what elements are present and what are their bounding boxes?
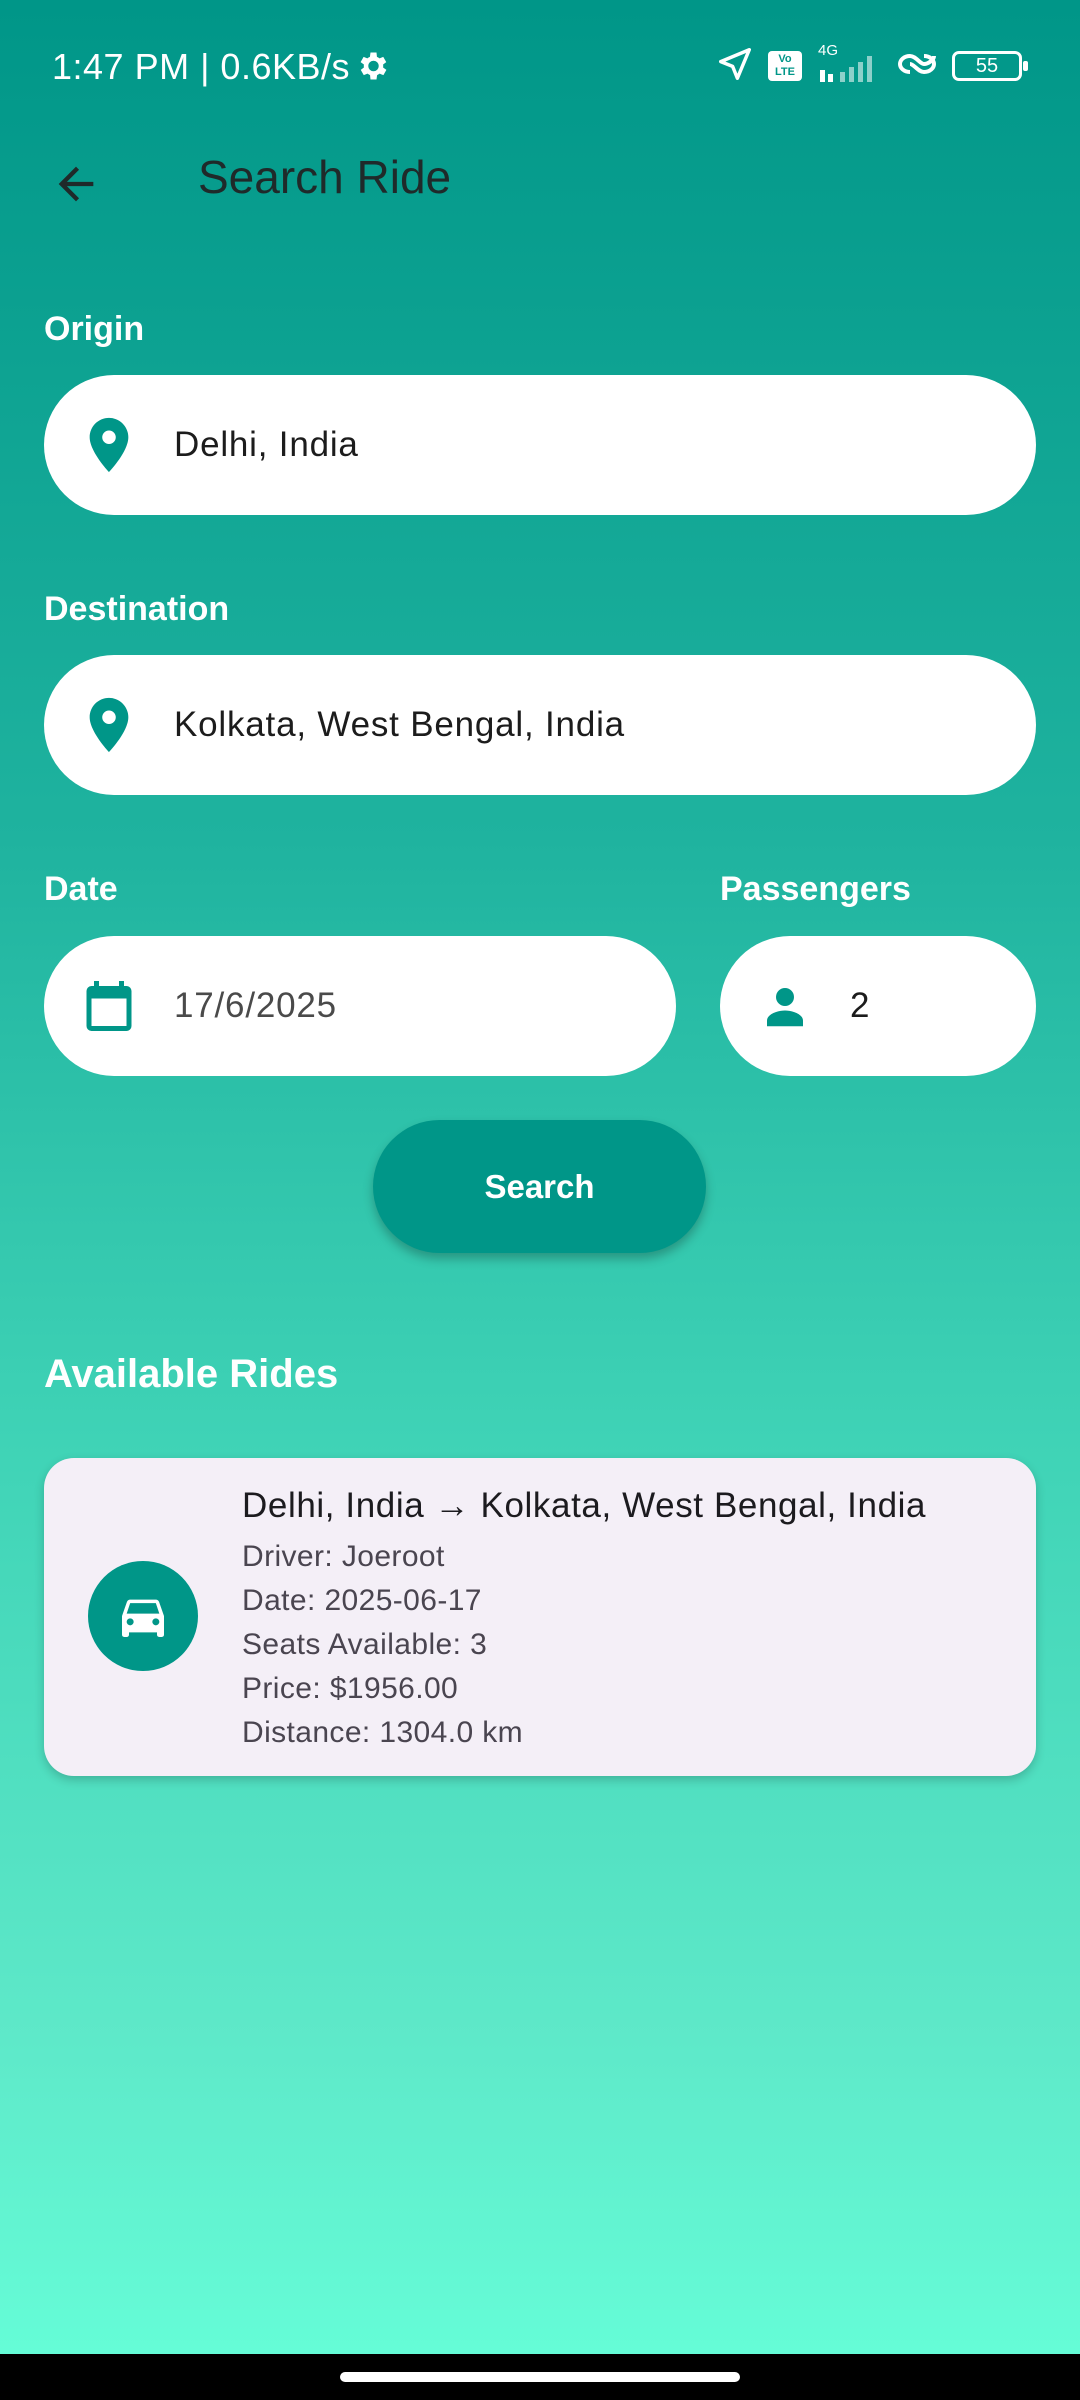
search-button[interactable]: Search bbox=[373, 1120, 706, 1253]
car-icon bbox=[122, 1599, 164, 1637]
battery-icon: 55 bbox=[952, 51, 1028, 81]
origin-label: Origin bbox=[44, 310, 145, 348]
destination-field[interactable]: Kolkata, West Bengal, India bbox=[44, 655, 1036, 795]
location-pin-icon bbox=[44, 696, 174, 754]
status-time: 1:47 PM | 0.6KB/s bbox=[52, 46, 350, 87]
ride-seats: Seats Available: 3 bbox=[242, 1628, 488, 1661]
date-value: 17/6/2025 bbox=[174, 986, 337, 1025]
link-icon bbox=[896, 46, 938, 87]
passengers-field[interactable]: 2 bbox=[720, 936, 1036, 1076]
ride-driver: Driver: Joeroot bbox=[242, 1540, 445, 1573]
status-bar: 1:47 PM | 0.6KB/s Vo LTE 4G 55 bbox=[0, 0, 1080, 130]
location-arrow-icon bbox=[716, 45, 754, 88]
volte-text: Vo LTE bbox=[775, 53, 795, 78]
origin-field[interactable]: Delhi, India bbox=[44, 375, 1036, 515]
signal-icon: 4G bbox=[816, 42, 882, 86]
volte-icon: Vo LTE bbox=[768, 51, 802, 81]
passengers-label: Passengers bbox=[720, 870, 911, 908]
passengers-value: 2 bbox=[850, 986, 871, 1025]
ride-card[interactable]: Delhi, India → Kolkata, West Bengal, Ind… bbox=[44, 1458, 1036, 1776]
person-icon bbox=[720, 979, 850, 1033]
gear-icon bbox=[354, 48, 390, 89]
page-title: Search Ride bbox=[198, 151, 452, 203]
back-button[interactable] bbox=[44, 152, 108, 216]
location-pin-icon bbox=[44, 416, 174, 474]
ride-price: Price: $1956.00 bbox=[242, 1672, 459, 1705]
destination-value: Kolkata, West Bengal, India bbox=[174, 705, 625, 744]
available-rides-title: Available Rides bbox=[44, 1352, 339, 1396]
origin-value: Delhi, India bbox=[174, 425, 359, 464]
battery-level: 55 bbox=[975, 55, 999, 77]
date-field[interactable]: 17/6/2025 bbox=[44, 936, 676, 1076]
ride-date: Date: 2025-06-17 bbox=[242, 1584, 482, 1617]
home-indicator[interactable] bbox=[340, 2372, 740, 2382]
ride-route: Delhi, India → Kolkata, West Bengal, Ind… bbox=[242, 1486, 927, 1525]
ride-distance: Distance: 1304.0 km bbox=[242, 1716, 524, 1749]
app-bar: Search Ride bbox=[0, 130, 1080, 230]
destination-label: Destination bbox=[44, 590, 230, 628]
calendar-icon bbox=[44, 976, 174, 1036]
system-nav-bar bbox=[0, 2354, 1080, 2400]
status-icons: Vo LTE 4G 55 bbox=[716, 42, 1028, 88]
back-arrow-icon bbox=[58, 166, 94, 202]
date-label: Date bbox=[44, 870, 118, 908]
car-avatar bbox=[88, 1561, 198, 1671]
